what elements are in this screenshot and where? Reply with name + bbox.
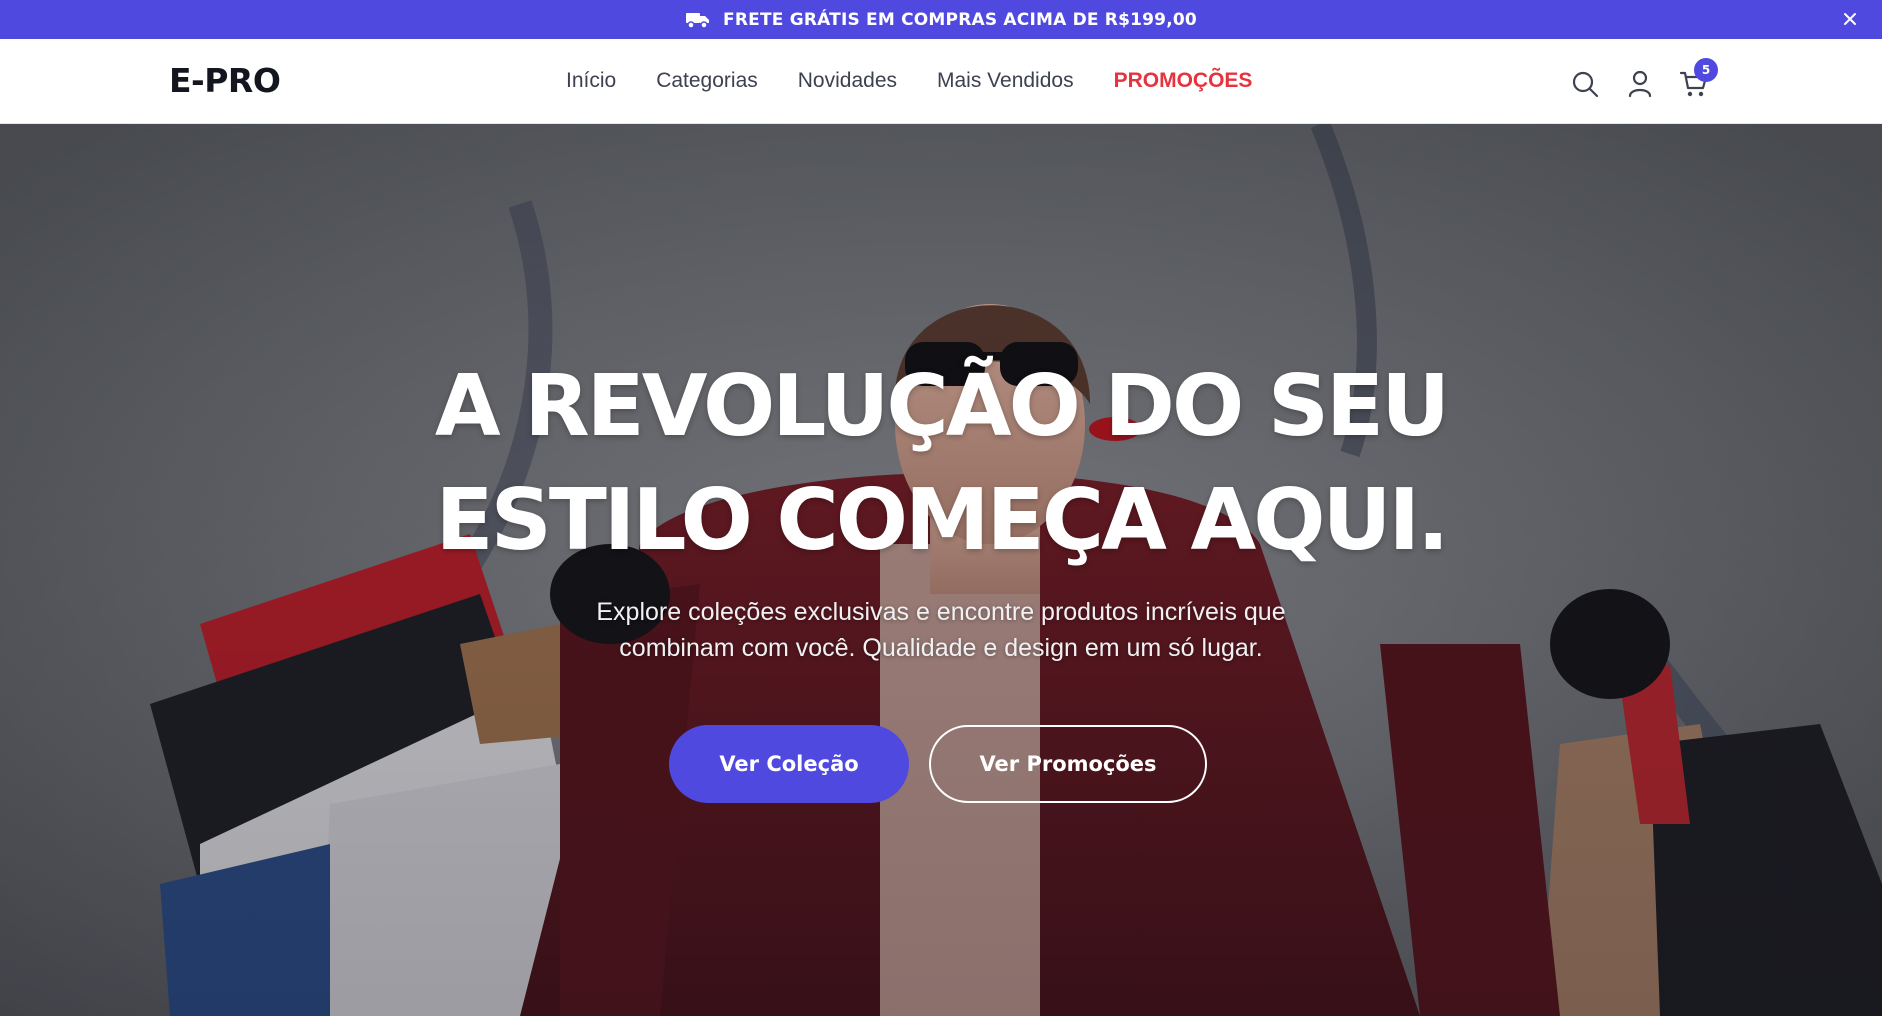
hero-subtitle-line-1: Explore coleções exclusivas e encontre p…	[596, 598, 1286, 626]
cart-count-badge: 5	[1694, 58, 1718, 82]
ver-promocoes-button[interactable]: Ver Promoções	[929, 725, 1207, 803]
user-icon[interactable]	[1623, 67, 1657, 101]
hero-banner: A REVOLUÇÃO DO SEU ESTILO COMEÇA AQUI. E…	[0, 124, 1882, 1016]
announcement-text: FRETE GRÁTIS EM COMPRAS ACIMA DE R$199,0…	[723, 9, 1197, 30]
announcement-bar: FRETE GRÁTIS EM COMPRAS ACIMA DE R$199,0…	[0, 0, 1882, 39]
nav-item-promocoes[interactable]: PROMOÇÕES	[1114, 69, 1253, 93]
hero-subtitle-line-2: combinam com você. Qualidade e design em…	[619, 634, 1263, 662]
nav-item-categorias[interactable]: Categorias	[656, 69, 758, 93]
truck-icon	[685, 11, 711, 29]
main-nav: Início Categorias Novidades Mais Vendido…	[566, 69, 1292, 93]
hero-title-line-2: ESTILO COMEÇA AQUI.	[435, 471, 1450, 570]
hero-title: A REVOLUÇÃO DO SEU ESTILO COMEÇA AQUI.	[400, 350, 1482, 578]
nav-item-inicio[interactable]: Início	[566, 69, 616, 93]
close-icon[interactable]	[1840, 9, 1860, 29]
logo[interactable]: E-PRO	[169, 61, 281, 100]
search-icon[interactable]	[1568, 67, 1602, 101]
nav-item-novidades[interactable]: Novidades	[798, 69, 897, 93]
hero-title-line-1: A REVOLUÇÃO DO SEU	[434, 357, 1450, 456]
nav-item-mais-vendidos[interactable]: Mais Vendidos	[937, 69, 1074, 93]
hero-subtitle: Explore coleções exclusivas e encontre p…	[520, 594, 1362, 666]
ver-colecao-button[interactable]: Ver Coleção	[669, 725, 909, 803]
site-header: E-PRO Início Categorias Novidades Mais V…	[0, 39, 1882, 124]
